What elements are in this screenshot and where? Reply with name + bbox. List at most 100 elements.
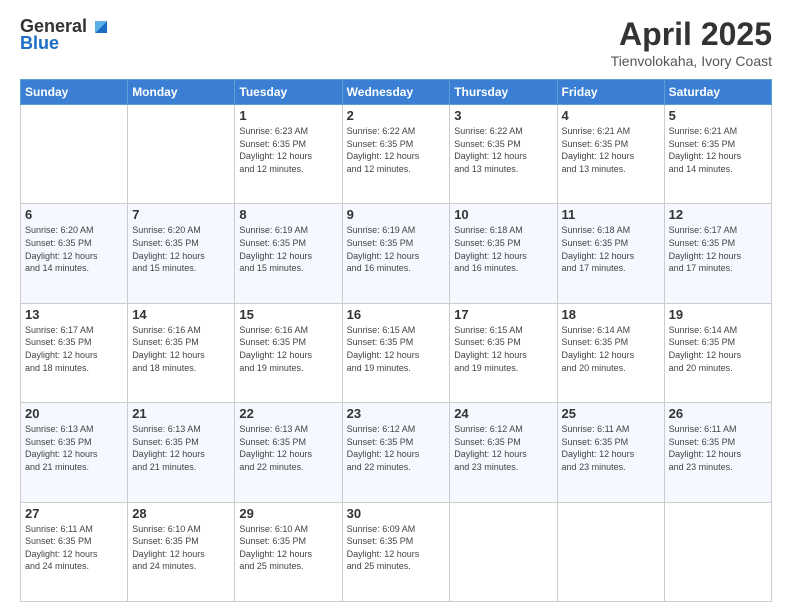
day-info: Sunrise: 6:10 AM Sunset: 6:35 PM Dayligh…: [132, 523, 230, 573]
day-info: Sunrise: 6:14 AM Sunset: 6:35 PM Dayligh…: [669, 324, 767, 374]
calendar-cell: 18 Sunrise: 6:14 AM Sunset: 6:35 PM Dayli…: [557, 303, 664, 402]
day-number: 8: [239, 207, 337, 222]
day-info: Sunrise: 6:19 AM Sunset: 6:35 PM Dayligh…: [239, 224, 337, 274]
calendar-cell: 20Sunrise: 6:13 AM Sunset: 6:35 PM Dayli…: [21, 403, 128, 502]
day-info: Sunrise: 6:16 AM Sunset: 6:35 PM Dayligh…: [132, 324, 230, 374]
day-info: Sunrise: 6:15 AM Sunset: 6:35 PM Dayligh…: [347, 324, 446, 374]
day-info: Sunrise: 6:21 AM Sunset: 6:35 PM Dayligh…: [562, 125, 660, 175]
day-number: 21: [132, 406, 230, 421]
day-number: 25: [562, 406, 660, 421]
day-header-friday: Friday: [557, 80, 664, 105]
day-info: Sunrise: 6:20 AM Sunset: 6:35 PM Dayligh…: [25, 224, 123, 274]
calendar-cell: 1 Sunrise: 6:23 AM Sunset: 6:35 PM Daylig…: [235, 105, 342, 204]
header: General Blue April 2025 Tienvolokaha, Iv…: [20, 16, 772, 69]
calendar-cell: 25 Sunrise: 6:11 AM Sunset: 6:35 PM Dayli…: [557, 403, 664, 502]
day-info: Sunrise: 6:11 AM Sunset: 6:35 PM Dayligh…: [562, 423, 660, 473]
day-info: Sunrise: 6:19 AM Sunset: 6:35 PM Dayligh…: [347, 224, 446, 274]
calendar-cell: [664, 502, 771, 601]
title-block: April 2025 Tienvolokaha, Ivory Coast: [611, 16, 772, 69]
calendar-cell: 13Sunrise: 6:17 AM Sunset: 6:35 PM Dayli…: [21, 303, 128, 402]
calendar-cell: 30 Sunrise: 6:09 AM Sunset: 6:35 PM Dayli…: [342, 502, 450, 601]
calendar-cell: 9 Sunrise: 6:19 AM Sunset: 6:35 PM Daylig…: [342, 204, 450, 303]
calendar-cell: [557, 502, 664, 601]
calendar-cell: 14Sunrise: 6:16 AM Sunset: 6:35 PM Dayli…: [128, 303, 235, 402]
calendar-cell: 10 Sunrise: 6:18 AM Sunset: 6:35 PM Dayli…: [450, 204, 557, 303]
calendar-cell: 28 Sunrise: 6:10 AM Sunset: 6:35 PM Dayli…: [128, 502, 235, 601]
calendar-cell: 12 Sunrise: 6:17 AM Sunset: 6:35 PM Dayli…: [664, 204, 771, 303]
day-info: Sunrise: 6:13 AM Sunset: 6:35 PM Dayligh…: [239, 423, 337, 473]
calendar-cell: 24 Sunrise: 6:12 AM Sunset: 6:35 PM Dayli…: [450, 403, 557, 502]
day-info: Sunrise: 6:12 AM Sunset: 6:35 PM Dayligh…: [454, 423, 552, 473]
calendar-cell: [450, 502, 557, 601]
calendar-cell: 27Sunrise: 6:11 AM Sunset: 6:35 PM Dayli…: [21, 502, 128, 601]
day-info: Sunrise: 6:22 AM Sunset: 6:35 PM Dayligh…: [347, 125, 446, 175]
day-number: 6: [25, 207, 123, 222]
day-number: 15: [239, 307, 337, 322]
month-title: April 2025: [611, 16, 772, 53]
day-number: 10: [454, 207, 552, 222]
day-number: 18: [562, 307, 660, 322]
page: General Blue April 2025 Tienvolokaha, Iv…: [0, 0, 792, 612]
day-number: 24: [454, 406, 552, 421]
day-number: 7: [132, 207, 230, 222]
day-info: Sunrise: 6:21 AM Sunset: 6:35 PM Dayligh…: [669, 125, 767, 175]
day-number: 19: [669, 307, 767, 322]
day-number: 12: [669, 207, 767, 222]
logo: General Blue: [20, 16, 111, 54]
calendar-cell: 16 Sunrise: 6:15 AM Sunset: 6:35 PM Dayli…: [342, 303, 450, 402]
day-number: 27: [25, 506, 123, 521]
day-number: 26: [669, 406, 767, 421]
day-info: Sunrise: 6:15 AM Sunset: 6:35 PM Dayligh…: [454, 324, 552, 374]
day-header-sunday: Sunday: [21, 80, 128, 105]
day-info: Sunrise: 6:18 AM Sunset: 6:35 PM Dayligh…: [454, 224, 552, 274]
day-info: Sunrise: 6:16 AM Sunset: 6:35 PM Dayligh…: [239, 324, 337, 374]
calendar-week-2: 6 Sunrise: 6:20 AM Sunset: 6:35 PM Daylig…: [21, 204, 772, 303]
calendar-week-3: 13Sunrise: 6:17 AM Sunset: 6:35 PM Dayli…: [21, 303, 772, 402]
day-number: 5: [669, 108, 767, 123]
calendar-cell: 17 Sunrise: 6:15 AM Sunset: 6:35 PM Dayli…: [450, 303, 557, 402]
day-info: Sunrise: 6:22 AM Sunset: 6:35 PM Dayligh…: [454, 125, 552, 175]
day-number: 4: [562, 108, 660, 123]
day-info: Sunrise: 6:10 AM Sunset: 6:35 PM Dayligh…: [239, 523, 337, 573]
calendar-cell: 6 Sunrise: 6:20 AM Sunset: 6:35 PM Daylig…: [21, 204, 128, 303]
day-info: Sunrise: 6:12 AM Sunset: 6:35 PM Dayligh…: [347, 423, 446, 473]
day-header-monday: Monday: [128, 80, 235, 105]
calendar-cell: 2Sunrise: 6:22 AM Sunset: 6:35 PM Daylig…: [342, 105, 450, 204]
day-number: 28: [132, 506, 230, 521]
day-number: 22: [239, 406, 337, 421]
day-number: 30: [347, 506, 446, 521]
day-info: Sunrise: 6:20 AM Sunset: 6:35 PM Dayligh…: [132, 224, 230, 274]
day-info: Sunrise: 6:09 AM Sunset: 6:35 PM Dayligh…: [347, 523, 446, 573]
calendar-header-row: SundayMondayTuesdayWednesdayThursdayFrid…: [21, 80, 772, 105]
calendar-cell: 21 Sunrise: 6:13 AM Sunset: 6:35 PM Dayli…: [128, 403, 235, 502]
day-number: 13: [25, 307, 123, 322]
calendar-week-5: 27Sunrise: 6:11 AM Sunset: 6:35 PM Dayli…: [21, 502, 772, 601]
day-info: Sunrise: 6:23 AM Sunset: 6:35 PM Dayligh…: [239, 125, 337, 175]
day-info: Sunrise: 6:17 AM Sunset: 6:35 PM Dayligh…: [669, 224, 767, 274]
calendar-week-4: 20Sunrise: 6:13 AM Sunset: 6:35 PM Dayli…: [21, 403, 772, 502]
day-header-tuesday: Tuesday: [235, 80, 342, 105]
calendar-cell: 11 Sunrise: 6:18 AM Sunset: 6:35 PM Dayli…: [557, 204, 664, 303]
day-info: Sunrise: 6:14 AM Sunset: 6:35 PM Dayligh…: [562, 324, 660, 374]
calendar-cell: 19 Sunrise: 6:14 AM Sunset: 6:35 PM Dayli…: [664, 303, 771, 402]
day-info: Sunrise: 6:13 AM Sunset: 6:35 PM Dayligh…: [25, 423, 123, 473]
day-number: 9: [347, 207, 446, 222]
logo-icon: [89, 15, 111, 37]
day-number: 11: [562, 207, 660, 222]
calendar-cell: [128, 105, 235, 204]
day-header-thursday: Thursday: [450, 80, 557, 105]
day-info: Sunrise: 6:13 AM Sunset: 6:35 PM Dayligh…: [132, 423, 230, 473]
calendar-cell: [21, 105, 128, 204]
day-info: Sunrise: 6:18 AM Sunset: 6:35 PM Dayligh…: [562, 224, 660, 274]
calendar: SundayMondayTuesdayWednesdayThursdayFrid…: [20, 79, 772, 602]
calendar-cell: 3Sunrise: 6:22 AM Sunset: 6:35 PM Daylig…: [450, 105, 557, 204]
calendar-cell: 22 Sunrise: 6:13 AM Sunset: 6:35 PM Dayli…: [235, 403, 342, 502]
day-number: 17: [454, 307, 552, 322]
calendar-cell: 7 Sunrise: 6:20 AM Sunset: 6:35 PM Daylig…: [128, 204, 235, 303]
calendar-week-1: 1 Sunrise: 6:23 AM Sunset: 6:35 PM Daylig…: [21, 105, 772, 204]
day-number: 29: [239, 506, 337, 521]
calendar-cell: 23Sunrise: 6:12 AM Sunset: 6:35 PM Dayli…: [342, 403, 450, 502]
day-number: 1: [239, 108, 337, 123]
day-number: 16: [347, 307, 446, 322]
calendar-cell: 15 Sunrise: 6:16 AM Sunset: 6:35 PM Dayli…: [235, 303, 342, 402]
